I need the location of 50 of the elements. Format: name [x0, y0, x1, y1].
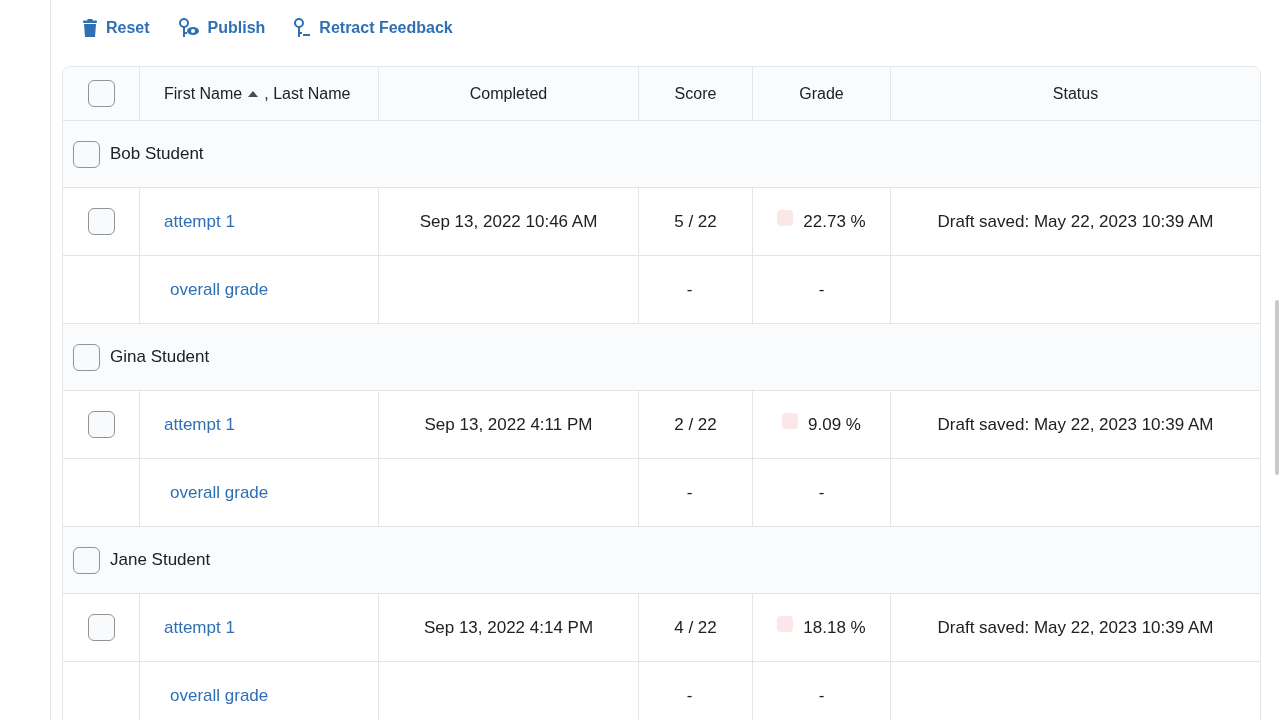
table-cell: 5 / 22: [674, 211, 717, 232]
column-header[interactable]: , Last Name: [264, 84, 351, 103]
table-cell: Draft saved: May 22, 2023 10:39 AM: [937, 617, 1214, 638]
attempt-link[interactable]: attempt 1: [164, 617, 235, 638]
column-header[interactable]: Score: [674, 84, 717, 103]
table-cell: 22.73 %: [803, 211, 866, 232]
toolbar-button[interactable]: Retract Feedback: [287, 14, 459, 42]
table-cell: -: [686, 482, 693, 503]
table-cell: -: [818, 279, 825, 300]
scrollbar[interactable]: [1275, 300, 1279, 475]
student-name: Jane Student: [110, 550, 211, 570]
column-header[interactable]: Completed: [469, 84, 548, 103]
table-cell: 2 / 22: [674, 414, 717, 435]
table-cell: Draft saved: May 22, 2023 10:39 AM: [937, 211, 1214, 232]
attempt-link[interactable]: attempt 1: [164, 211, 235, 232]
trash-icon: [82, 19, 98, 37]
table-cell: Draft saved: May 22, 2023 10:39 AM: [937, 414, 1214, 435]
checkbox[interactable]: [73, 546, 100, 574]
attempt-link[interactable]: attempt 1: [164, 414, 235, 435]
table-cell: -: [818, 482, 825, 503]
grade-indicator-icon: [777, 616, 794, 632]
table-cell: -: [818, 685, 825, 706]
column-header[interactable]: First Name: [164, 84, 243, 103]
checkbox[interactable]: [87, 614, 115, 641]
checkbox[interactable]: [87, 80, 115, 107]
overall-grade-link[interactable]: overall grade: [170, 685, 269, 706]
student-name: Gina Student: [110, 347, 210, 367]
overall-grade-link[interactable]: overall grade: [170, 279, 269, 300]
column-header[interactable]: Grade: [799, 84, 844, 103]
grade-indicator-icon: [777, 210, 794, 226]
table-cell: Sep 13, 2022 10:46 AM: [419, 211, 598, 232]
table-cell: -: [686, 685, 693, 706]
table-cell: Sep 13, 2022 4:14 PM: [423, 617, 594, 638]
checkbox[interactable]: [87, 208, 115, 235]
checkbox[interactable]: [87, 411, 115, 438]
student-name: Bob Student: [110, 144, 204, 164]
checkbox[interactable]: [73, 343, 100, 371]
key-eye-icon: [177, 18, 200, 38]
column-header[interactable]: Status: [1052, 84, 1099, 103]
table-cell: 4 / 22: [674, 617, 717, 638]
table-cell: 9.09 %: [808, 414, 861, 435]
overall-grade-link[interactable]: overall grade: [170, 482, 269, 503]
grade-indicator-icon: [782, 413, 799, 429]
toolbar-button[interactable]: Publish: [171, 14, 272, 42]
table-cell: 18.18 %: [803, 617, 866, 638]
table-cell: Sep 13, 2022 4:11 PM: [424, 414, 593, 435]
table-cell: -: [686, 279, 693, 300]
checkbox[interactable]: [73, 140, 100, 168]
key-minus-icon: [293, 18, 312, 38]
toolbar-button[interactable]: Reset: [76, 15, 156, 41]
